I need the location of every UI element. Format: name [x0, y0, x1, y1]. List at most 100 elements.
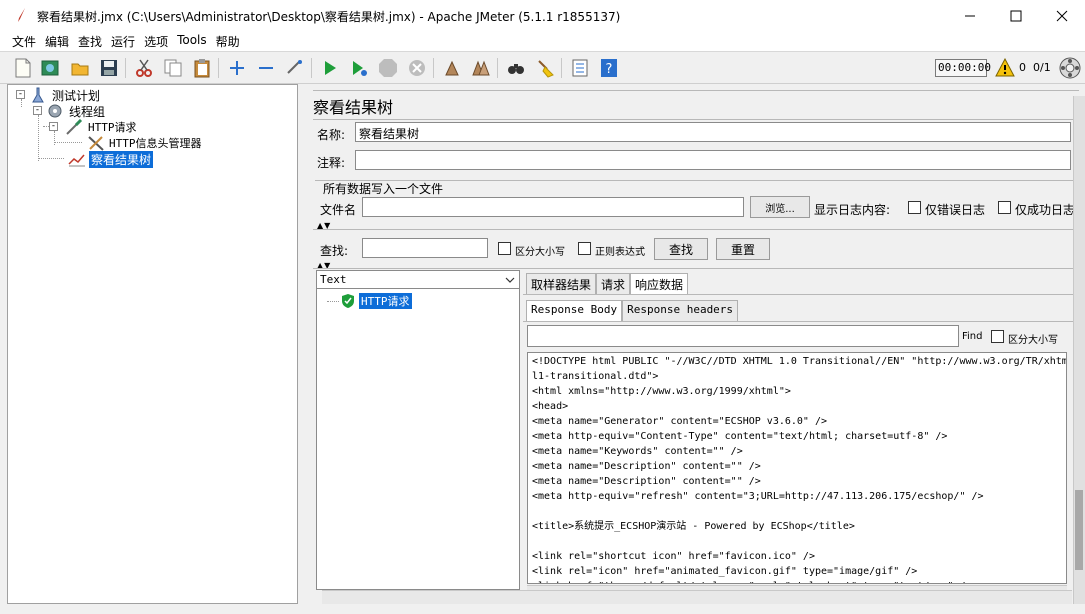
help-icon: ? [601, 59, 617, 77]
cut-icon [136, 59, 152, 77]
clear-button[interactable] [440, 56, 464, 80]
search-button[interactable] [504, 56, 528, 80]
tab-response-headers[interactable]: Response headers [622, 300, 739, 321]
tree-toggle-thread-group[interactable]: - [33, 106, 42, 115]
tree-item-header-manager[interactable]: HTTP信息头管理器 [87, 135, 202, 151]
cut-button[interactable] [132, 56, 156, 80]
copy-icon [164, 59, 182, 77]
view-results-tree-panel: 察看结果树 名称: 察看结果树 注释: 所有数据写入一个文件 文件名 浏览...… [305, 84, 1085, 604]
search-label: 查找: [320, 244, 349, 258]
function-helper-icon [572, 59, 588, 77]
function-helper-button[interactable] [568, 56, 592, 80]
minimize-button[interactable] [947, 0, 993, 31]
clear-all-icon [472, 60, 490, 76]
find-case-checkbox[interactable] [991, 330, 1004, 343]
panel-title: 察看结果树 [313, 98, 394, 117]
svg-text:?: ? [606, 62, 613, 77]
tree-item-view-results-tree[interactable]: 察看结果树 [68, 150, 154, 168]
file-section-title: 所有数据写入一个文件 [323, 182, 444, 196]
sample-item[interactable]: HTTP请求 [341, 293, 412, 309]
expand-icon [230, 61, 244, 75]
menu-file[interactable]: 文件 [0, 31, 42, 51]
test-plan-tree[interactable]: - - - 测试计划 线程组 HTTP请求 HTTP信息头管理器 察看结果树 [7, 84, 298, 604]
success-only-label: 仅成功日志 [1015, 203, 1075, 217]
start-no-pauses-button[interactable] [347, 56, 371, 80]
start-button[interactable] [318, 56, 342, 80]
sample-result-list[interactable]: Text HTTP请求 [316, 270, 520, 590]
reset-button[interactable]: 重置 [716, 238, 770, 260]
tab-request[interactable]: 请求 [596, 273, 631, 294]
save-icon [101, 60, 117, 76]
warning-icon[interactable] [995, 58, 1015, 78]
browse-button[interactable]: 浏览... [750, 196, 810, 218]
response-body-text[interactable]: <!DOCTYPE html PUBLIC "-//W3C//DTD XHTML… [527, 352, 1067, 584]
reset-search-icon [538, 60, 554, 78]
scrollbar-thumb[interactable] [1075, 490, 1083, 570]
search-field[interactable] [362, 238, 488, 258]
response-line [532, 504, 1062, 519]
menu-options[interactable]: 选项 [141, 31, 174, 51]
errors-only-label: 仅错误日志 [925, 203, 986, 217]
save-button[interactable] [97, 56, 121, 80]
tab-sampler-result[interactable]: 取样器结果 [526, 273, 597, 294]
stop-button[interactable] [376, 56, 400, 80]
paste-button[interactable] [190, 56, 214, 80]
search-icon [508, 64, 524, 74]
find-label: Find [962, 331, 983, 342]
new-button[interactable] [11, 56, 35, 80]
tree-item-http-request[interactable]: HTTP请求 [65, 119, 137, 135]
open-button[interactable] [68, 56, 92, 80]
wrench-icon [88, 136, 104, 151]
reset-search-button[interactable] [533, 56, 557, 80]
menu-bar: 文件 编辑 查找 运行 选项 Tools 帮助 [0, 31, 1085, 51]
errors-only-checkbox[interactable] [908, 201, 921, 214]
response-line: <html xmlns="http://www.w3.org/1999/xhtm… [532, 386, 791, 397]
title-bar: 察看结果树.jmx (C:\Users\Administrator\Deskto… [0, 0, 1085, 31]
renderer-select[interactable]: Text [317, 271, 519, 289]
case-sensitive-checkbox[interactable] [498, 242, 511, 255]
help-button[interactable]: ? [597, 56, 621, 80]
search-button[interactable]: 查找 [654, 238, 708, 260]
name-field[interactable]: 察看结果树 [355, 122, 1071, 142]
menu-search[interactable]: 查找 [75, 31, 108, 51]
filename-label: 文件名 [320, 203, 357, 217]
tree-toggle-test-plan[interactable]: - [16, 90, 25, 99]
comment-label: 注释: [317, 156, 346, 170]
close-icon [1056, 10, 1068, 21]
error-count: 0 [1019, 61, 1026, 74]
expand-all-button[interactable] [225, 56, 249, 80]
new-icon [15, 58, 31, 78]
paste-icon [194, 59, 210, 78]
tree-toggle-http-request[interactable]: - [49, 122, 58, 131]
shutdown-button[interactable] [405, 56, 429, 80]
tab-response-body[interactable]: Response Body [526, 300, 623, 321]
chevron-down-icon [505, 277, 515, 283]
response-line: <meta http-equiv="refresh" content="3;UR… [532, 491, 984, 502]
maximize-button[interactable] [993, 0, 1039, 31]
menu-edit[interactable]: 编辑 [42, 31, 75, 51]
regex-checkbox[interactable] [578, 242, 591, 255]
find-field[interactable] [527, 325, 959, 347]
success-shield-icon [342, 294, 354, 308]
tree-item-test-plan[interactable]: 测试计划 [30, 87, 100, 103]
menu-tools[interactable]: Tools [174, 31, 213, 51]
response-line: <link href="themes/default/style.css" re… [532, 579, 1062, 583]
response-line: <link rel="icon" href="animated_favicon.… [532, 566, 918, 577]
templates-button[interactable] [38, 56, 62, 80]
tab-response-data[interactable]: 响应数据 [630, 273, 689, 294]
response-line: l1-transitional.dtd"> [532, 371, 659, 382]
menu-run[interactable]: 运行 [108, 31, 141, 51]
case-sensitive-label: 区分大小写 [515, 247, 565, 258]
panel-horizontal-scrollbar[interactable] [322, 590, 1072, 604]
filename-field[interactable] [362, 197, 744, 217]
toggle-button[interactable] [283, 56, 307, 80]
regex-label: 正则表达式 [595, 247, 645, 258]
tree-item-thread-group[interactable]: 线程组 [47, 103, 105, 119]
collapse-all-button[interactable] [254, 56, 278, 80]
success-only-checkbox[interactable] [998, 201, 1011, 214]
comment-field[interactable] [355, 150, 1071, 170]
copy-button[interactable] [161, 56, 185, 80]
clear-all-button[interactable] [469, 56, 493, 80]
menu-help[interactable]: 帮助 [213, 31, 246, 51]
close-button[interactable] [1039, 0, 1085, 31]
